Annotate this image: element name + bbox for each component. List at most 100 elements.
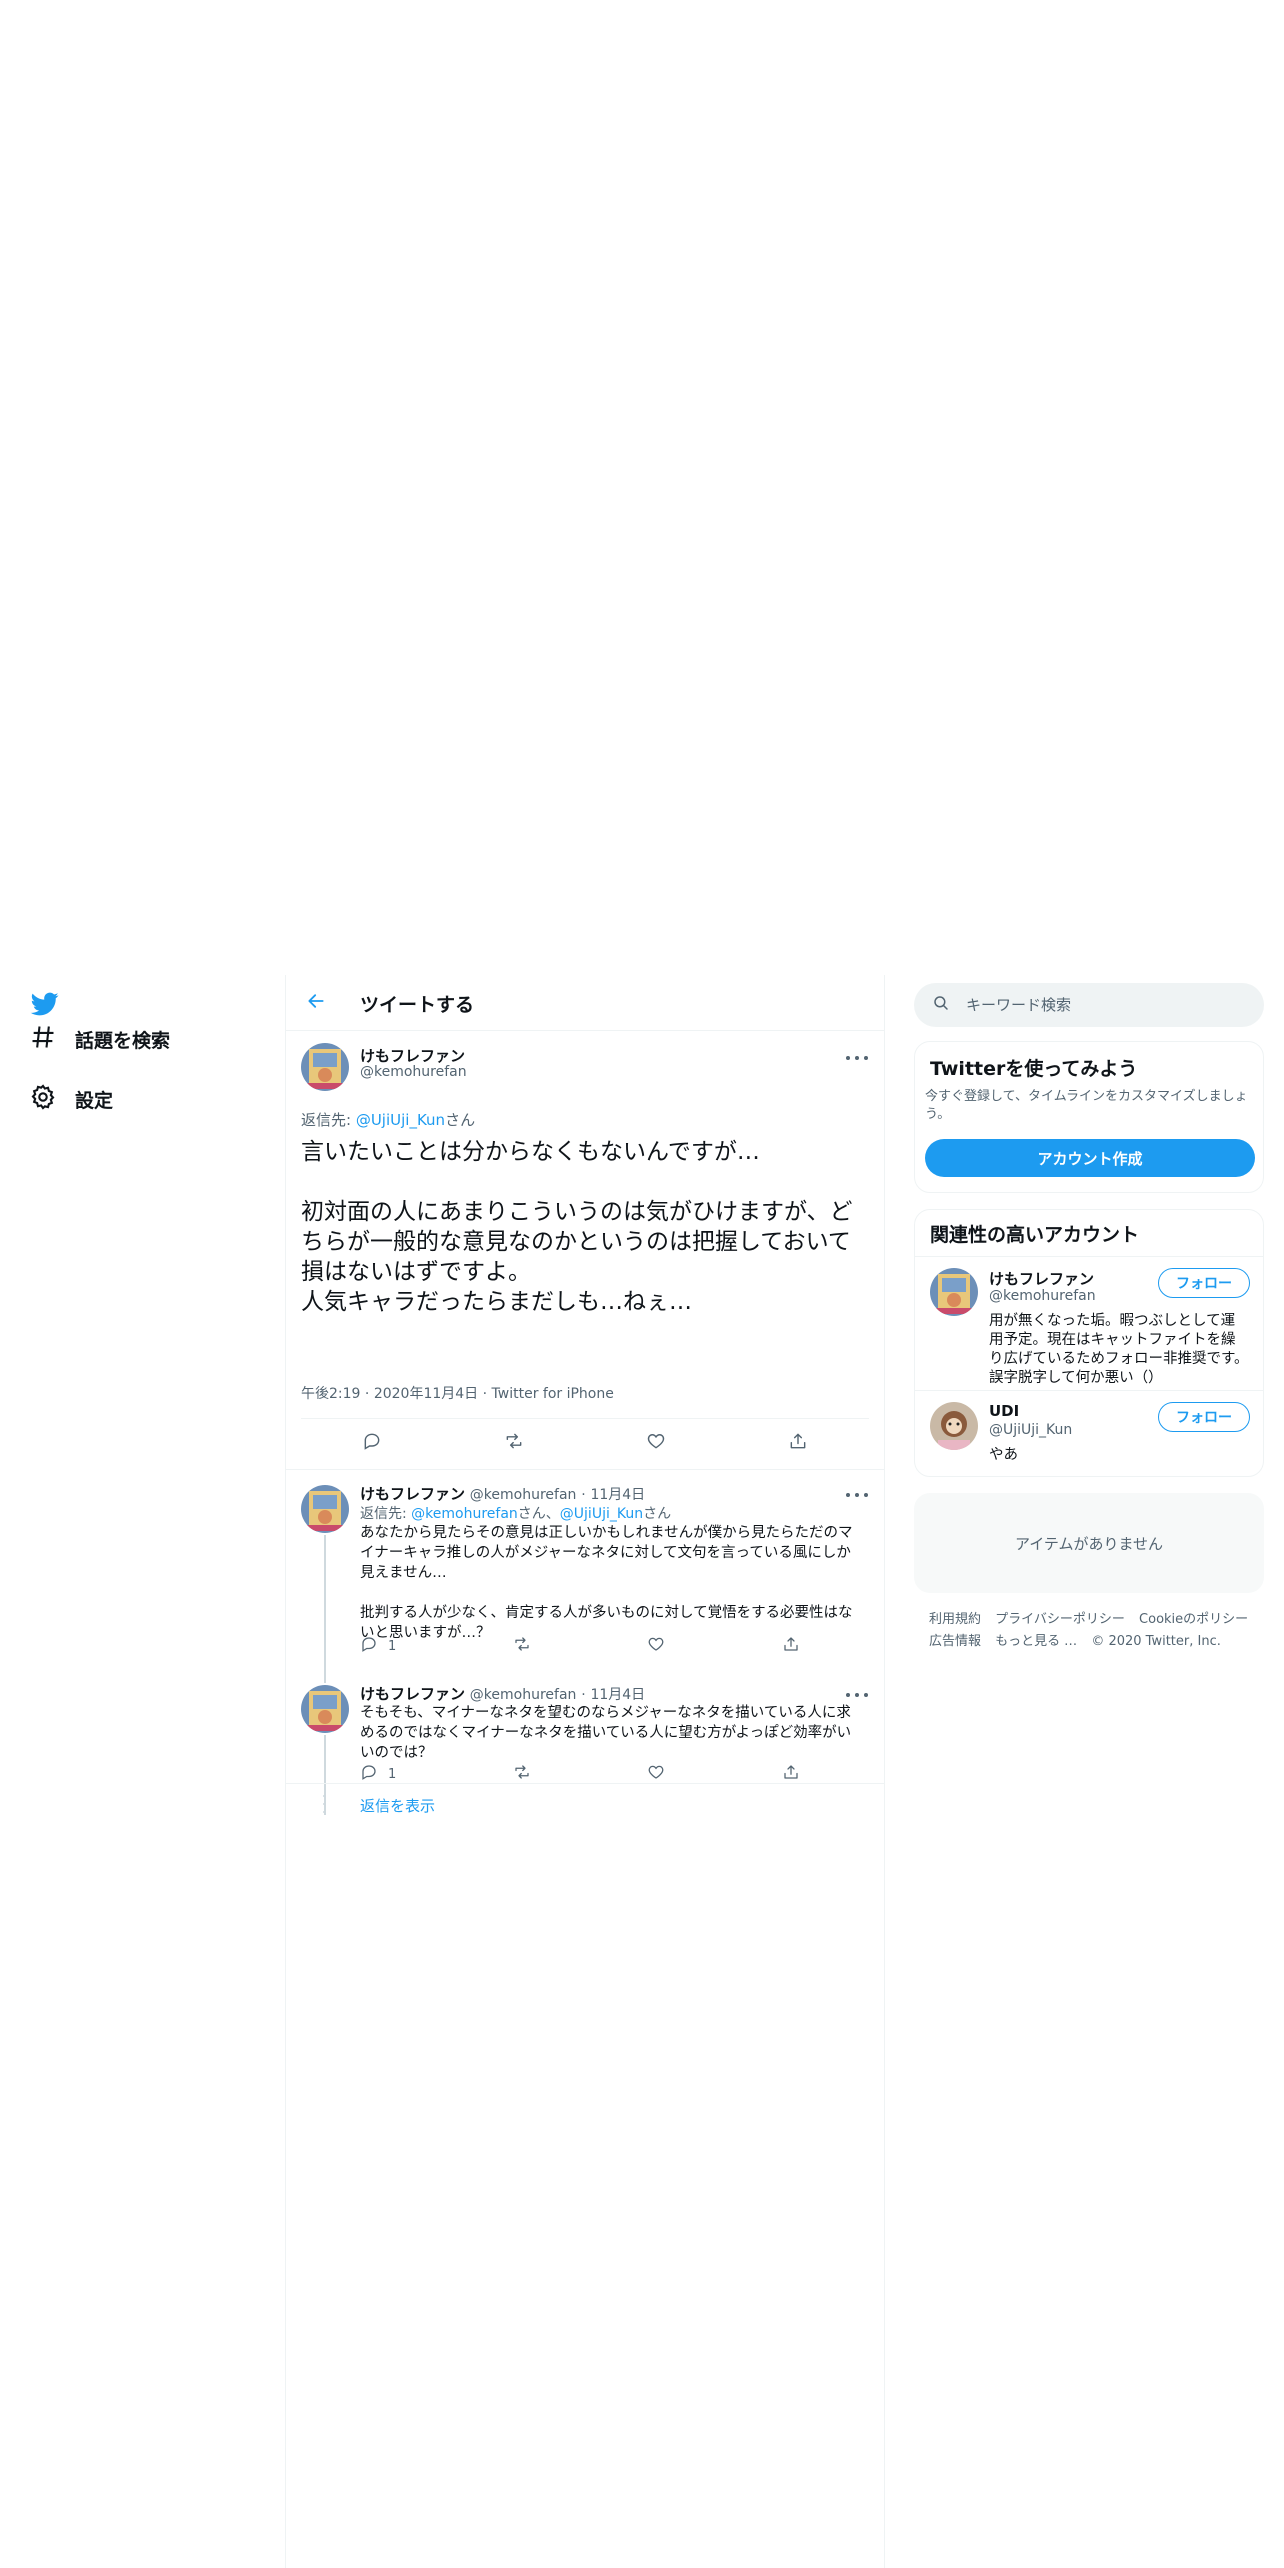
heart-icon (646, 1431, 666, 1455)
account-handle[interactable]: @kemohurefan (989, 1288, 1096, 1304)
footer-more-label: もっと見る (995, 1634, 1061, 1649)
tweet-date[interactable]: 11月4日 (590, 1687, 645, 1703)
nav-settings[interactable]: 設定 (29, 1077, 113, 1121)
more-dots-icon: … (1064, 1634, 1078, 1649)
reply-icon (360, 1635, 378, 1657)
back-arrow-icon (306, 991, 326, 1015)
tweet-meta: 午後2:19 · 2020年11月4日 · Twitter for iPhone (301, 1386, 614, 1402)
nav-settings-label: 設定 (75, 1089, 114, 1112)
tweet-time[interactable]: 午後2:19 (301, 1386, 360, 1402)
search-box[interactable] (914, 983, 1264, 1027)
search-input[interactable] (966, 996, 1246, 1014)
search-icon (932, 994, 950, 1016)
share-button[interactable] (788, 1431, 808, 1455)
back-button[interactable] (300, 987, 332, 1019)
retweet-icon (504, 1431, 524, 1455)
footer-terms-link[interactable]: 利用規約 (929, 1612, 981, 1627)
share-icon (782, 1763, 800, 1785)
reply-to-link[interactable]: @kemohurefan (411, 1506, 518, 1522)
reply-prefix: 返信先: (360, 1506, 412, 1522)
page-title: ツイートする (360, 994, 475, 1016)
signup-title: Twitterを使ってみよう (930, 1058, 1138, 1080)
reply-icon (360, 1763, 378, 1785)
twitter-logo-icon[interactable] (29, 990, 61, 1018)
retweet-icon (513, 1763, 531, 1785)
create-account-button[interactable]: アカウント作成 (925, 1139, 1255, 1177)
tweet-text: あなたから見たらその意見は正しいかもしれませんが僕から見たらただのマイナーキャラ… (360, 1525, 853, 1641)
avatar[interactable] (930, 1402, 978, 1450)
reply-button[interactable]: 1 (360, 1763, 396, 1785)
tweet-date[interactable]: 2020年11月4日 (374, 1386, 478, 1402)
reply-tweet[interactable]: けもフレファン @kemohurefan · 11月4日 返信先: @kemoh… (286, 1475, 884, 1683)
gear-icon (29, 1083, 57, 1115)
author-name[interactable]: けもフレファン (360, 1485, 465, 1503)
footer-ads-link[interactable]: 広告情報 (929, 1634, 981, 1649)
right-divider (884, 975, 885, 2568)
reply-count: 1 (388, 1766, 397, 1782)
reply-mid: さん、 (517, 1506, 560, 1522)
account-handle[interactable]: @UjiUji_Kun (989, 1422, 1072, 1438)
like-button[interactable] (647, 1763, 665, 1785)
hashtag-icon (29, 1023, 57, 1055)
retweet-button[interactable] (513, 1763, 531, 1785)
avatar[interactable] (930, 1268, 978, 1316)
account-name[interactable]: UDI (989, 1402, 1019, 1420)
footer-privacy-link[interactable]: プライバシーポリシー (995, 1612, 1125, 1627)
divider (286, 1469, 884, 1470)
reply-suffix: さん (643, 1506, 672, 1522)
avatar[interactable] (301, 1485, 349, 1533)
retweet-icon (513, 1635, 531, 1657)
signup-card: Twitterを使ってみよう 今すぐ登録して、タイムラインをカスタマイズしましょ… (914, 1041, 1264, 1193)
heart-icon (647, 1635, 665, 1657)
author-name[interactable]: けもフレファン (360, 1045, 465, 1066)
show-replies-link[interactable]: 返信を表示 (360, 1795, 435, 1816)
retweet-button[interactable] (513, 1635, 531, 1657)
author-handle[interactable]: @kemohurefan (470, 1487, 577, 1503)
account-item[interactable]: けもフレファン @kemohurefan フォロー 用が無くなった垢。暇つぶしと… (915, 1258, 1263, 1390)
reply-tweet[interactable]: けもフレファン @kemohurefan · 11月4日 そもそも、マイナーなネ… (286, 1675, 884, 1825)
reply-to-line: 返信先: @UjiUji_Kunさん (301, 1109, 475, 1130)
tweet-source[interactable]: Twitter for iPhone (492, 1386, 614, 1402)
share-icon (788, 1431, 808, 1455)
tweet-actions (301, 1419, 869, 1467)
reply-count: 1 (388, 1638, 397, 1654)
retweet-button[interactable] (504, 1431, 524, 1455)
signup-description: 今すぐ登録して、タイムラインをカスタマイズしましょう。 (925, 1089, 1248, 1122)
author-handle[interactable]: @kemohurefan (360, 1064, 467, 1080)
more-icon[interactable] (846, 1488, 868, 1502)
follow-button[interactable]: フォロー (1158, 1268, 1250, 1298)
more-icon[interactable] (846, 1688, 868, 1702)
footer-more-link[interactable]: もっと見る… (995, 1634, 1077, 1649)
like-button[interactable] (646, 1431, 666, 1455)
author-handle[interactable]: @kemohurefan (470, 1687, 577, 1703)
reply-icon (362, 1431, 382, 1455)
author-name[interactable]: けもフレファン (360, 1685, 465, 1703)
reply-button[interactable] (362, 1431, 382, 1455)
share-button[interactable] (782, 1635, 800, 1657)
main-header: ツイートする (286, 975, 884, 1031)
footer-cookie-link[interactable]: Cookieのポリシー (1139, 1612, 1248, 1627)
like-button[interactable] (647, 1635, 665, 1657)
thread-line (324, 1535, 326, 1683)
footer: 利用規約 プライバシーポリシー Cookieのポリシー 広告情報 もっと見る… … (929, 1609, 1259, 1653)
tweet-text: 言いたいことは分からなくもないんですが… 初対面の人にあまりこういうのは気がひけ… (301, 1139, 853, 1315)
account-bio: 用が無くなった垢。暇つぶしとして運用予定。現在はキャットファイトを繰り広げている… (989, 1313, 1249, 1386)
reply-to-link[interactable]: @UjiUji_Kun (356, 1111, 445, 1129)
tweet-date[interactable]: 11月4日 (590, 1487, 645, 1503)
reply-prefix: 返信先: (301, 1111, 356, 1129)
reply-to-link[interactable]: @UjiUji_Kun (560, 1506, 643, 1522)
avatar[interactable] (301, 1043, 349, 1091)
nav-explore[interactable]: 話題を検索 (29, 1017, 170, 1061)
reply-button[interactable]: 1 (360, 1635, 396, 1657)
more-icon[interactable] (846, 1051, 868, 1065)
account-name[interactable]: けもフレファン (989, 1268, 1094, 1289)
focus-tweet: けもフレファン @kemohurefan 返信先: @UjiUji_Kunさん … (286, 1031, 884, 1469)
footer-copyright: © 2020 Twitter, Inc. (1091, 1634, 1221, 1649)
follow-button[interactable]: フォロー (1158, 1402, 1250, 1432)
avatar[interactable] (301, 1685, 349, 1733)
reply-header: けもフレファン @kemohurefan · 11月4日 (360, 1685, 646, 1703)
divider (915, 1390, 1263, 1391)
share-button[interactable] (782, 1763, 800, 1785)
divider (286, 1783, 884, 1784)
account-item[interactable]: UDI @UjiUji_Kun フォロー やあ (915, 1392, 1263, 1476)
